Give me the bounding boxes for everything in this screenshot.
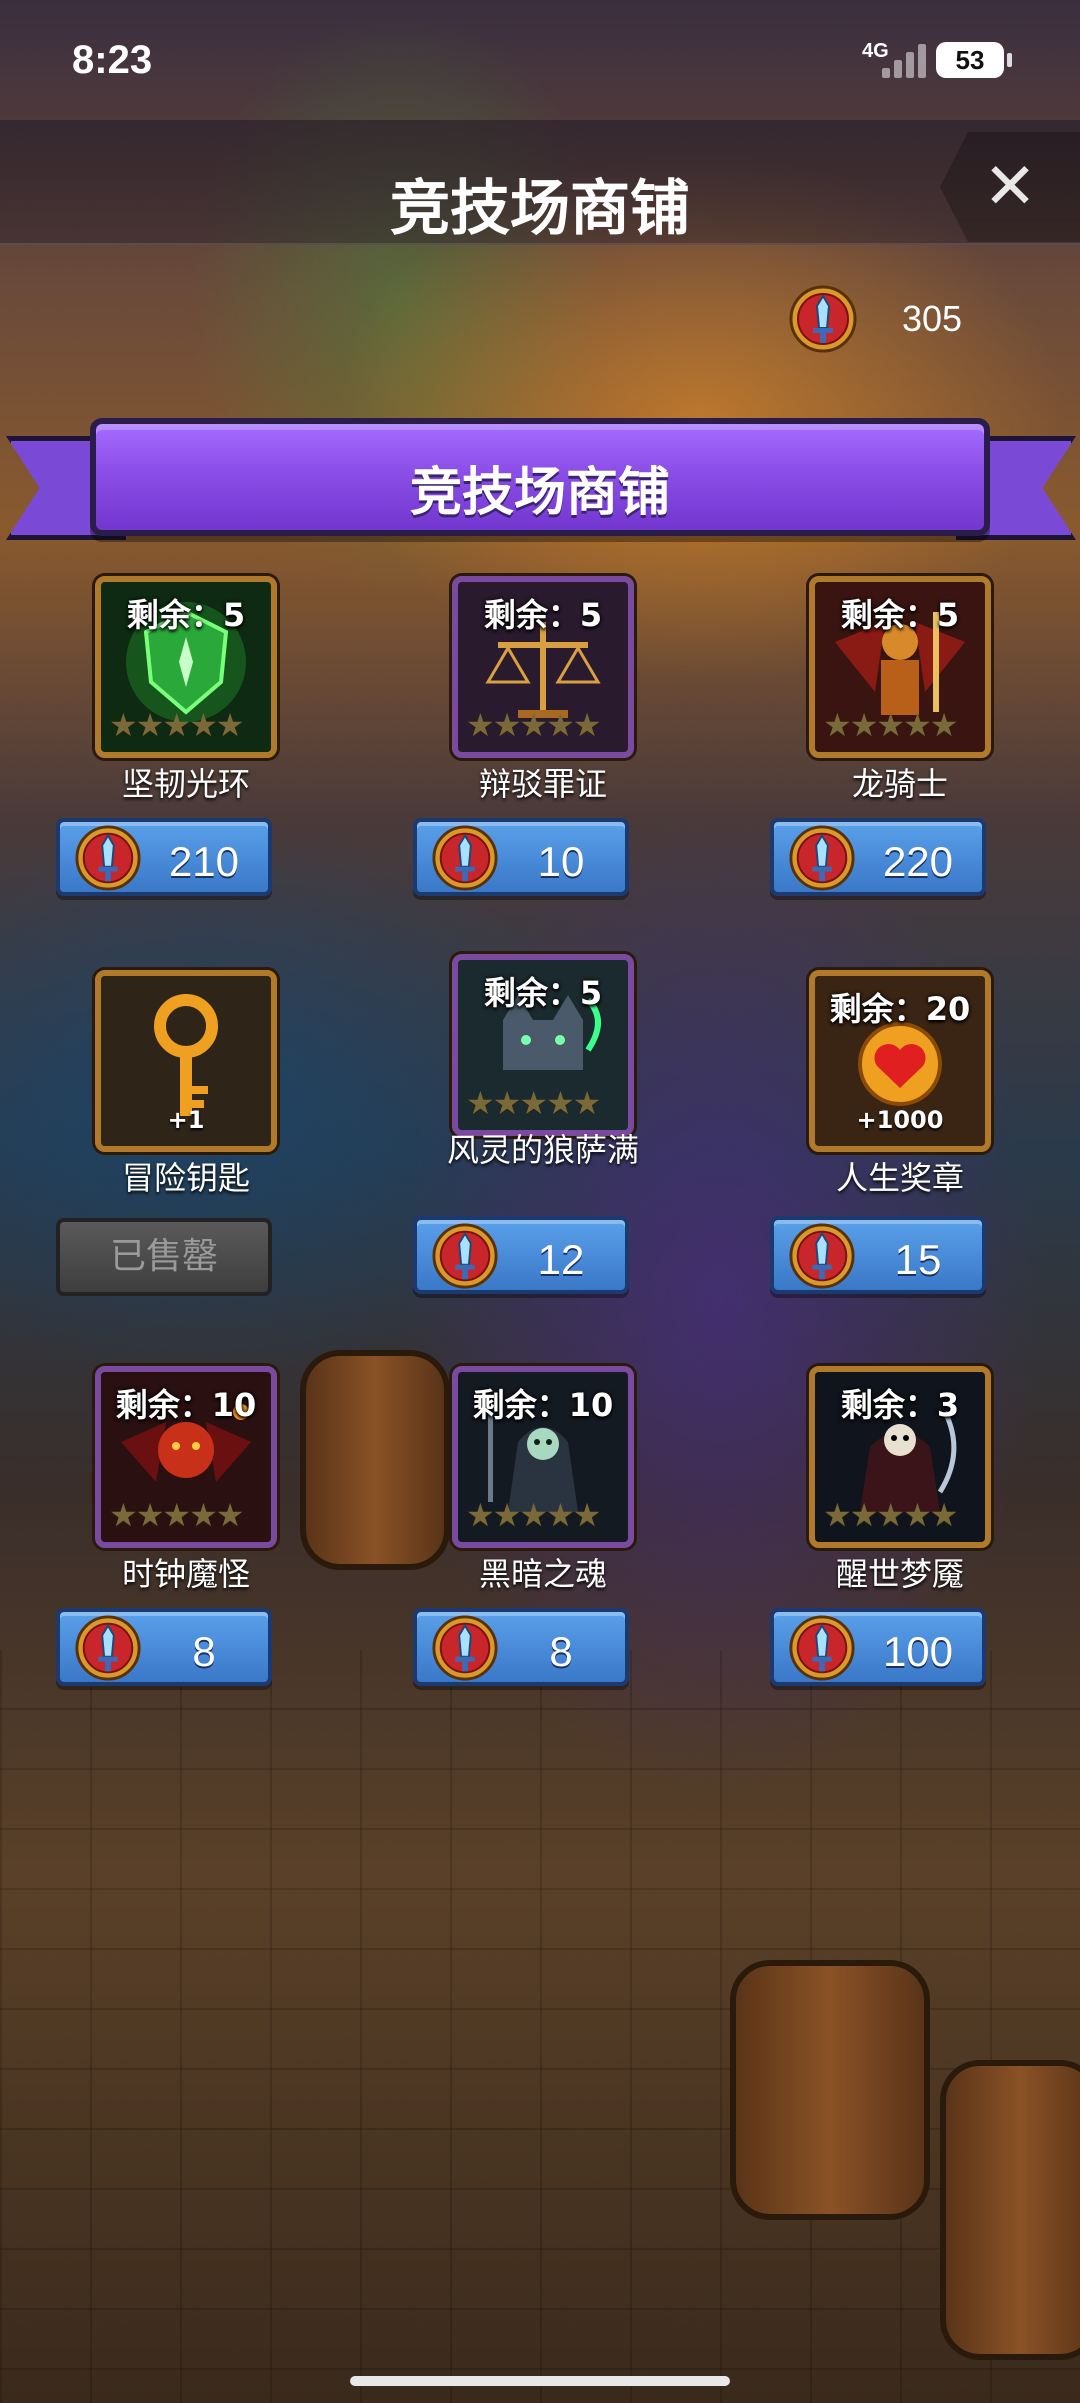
star-rating: ★★★★★ bbox=[109, 1496, 244, 1534]
sword-coin-icon bbox=[75, 825, 141, 891]
star-rating: ★★★★★ bbox=[109, 706, 244, 744]
item-remaining: 剩余：5 bbox=[483, 596, 603, 634]
status-bar: 8:23 4G 53 bbox=[0, 0, 1080, 120]
item-name: 辩驳罪证 bbox=[478, 765, 607, 803]
barrel-decoration bbox=[940, 2060, 1080, 2360]
item-name: 时钟魔怪 bbox=[121, 1555, 250, 1593]
sword-coin-icon bbox=[789, 825, 855, 891]
balance-value: 305 bbox=[902, 298, 963, 339]
home-indicator[interactable] bbox=[350, 2376, 730, 2386]
price-button[interactable]: 100 bbox=[770, 1608, 986, 1686]
item-icon-frame[interactable]: 剩余：10 ★★★★★ bbox=[452, 1366, 634, 1548]
item-name: 醒世梦魇 bbox=[835, 1555, 964, 1593]
price-value: 8 bbox=[549, 1628, 573, 1675]
page-title: 竞技场商铺 bbox=[390, 174, 690, 244]
currency-balance: 305 bbox=[788, 280, 1078, 358]
signal-icon bbox=[878, 38, 926, 78]
price-value: 100 bbox=[882, 1628, 954, 1675]
barrel-decoration bbox=[300, 1350, 450, 1570]
price-button[interactable]: 8 bbox=[413, 1608, 629, 1686]
header-bar: 竞技场商铺 bbox=[0, 120, 1080, 245]
barrel-decoration bbox=[730, 1960, 930, 2220]
item-remaining: 剩余：10 bbox=[115, 1386, 257, 1424]
item-name: 黑暗之魂 bbox=[478, 1555, 607, 1593]
price-button[interactable]: 10 bbox=[413, 818, 629, 896]
item-remaining: 剩余：5 bbox=[483, 974, 603, 1012]
star-rating: ★★★★★ bbox=[466, 706, 601, 744]
star-rating: ★★★★★ bbox=[466, 1496, 601, 1534]
item-icon-frame[interactable]: 剩余：5 ★★★★★ bbox=[452, 954, 634, 1136]
banner-title: 竞技场商铺 bbox=[409, 463, 670, 523]
price-value: 15 bbox=[894, 1236, 942, 1283]
sword-coin-icon bbox=[789, 1223, 855, 1289]
sword-coin-icon bbox=[432, 1615, 498, 1681]
item-icon-frame[interactable]: +1 bbox=[95, 970, 277, 1152]
item-icon-frame[interactable]: 剩余：5 ★★★★★ bbox=[809, 576, 991, 758]
price-value: 220 bbox=[882, 838, 954, 885]
price-button[interactable]: 220 bbox=[770, 818, 986, 896]
clock: 8:23 bbox=[72, 38, 153, 82]
sword-coin-icon bbox=[75, 1615, 141, 1681]
close-button[interactable]: ✕ bbox=[940, 132, 1080, 242]
item-name: 坚韧光环 bbox=[121, 765, 250, 803]
battery-icon: 53 bbox=[936, 42, 1012, 78]
price-button[interactable]: 15 bbox=[770, 1216, 986, 1294]
item-name: 风灵的狼萨满 bbox=[446, 1131, 639, 1169]
item-remaining: 剩余：20 bbox=[829, 990, 971, 1028]
item-remaining: 剩余：5 bbox=[840, 596, 960, 634]
shop-banner: 竞技场商铺 bbox=[90, 418, 990, 536]
item-icon-frame[interactable]: 剩余：3 ★★★★★ bbox=[809, 1366, 991, 1548]
item-name: 冒险钥匙 bbox=[121, 1159, 250, 1197]
item-remaining: 剩余：3 bbox=[840, 1386, 960, 1424]
item-icon-frame[interactable]: 剩余：5 ★★★★★ bbox=[95, 576, 277, 758]
sold-out-button: 已售罄 bbox=[56, 1218, 272, 1296]
price-button[interactable]: 12 bbox=[413, 1216, 629, 1294]
star-rating: ★★★★★ bbox=[823, 706, 958, 744]
item-name: 龙骑士 bbox=[851, 765, 948, 803]
price-value: 8 bbox=[192, 1628, 216, 1675]
item-remaining: 剩余：10 bbox=[472, 1386, 614, 1424]
sword-coin-icon bbox=[432, 1223, 498, 1289]
price-value: 10 bbox=[537, 838, 585, 885]
item-remaining: 剩余：5 bbox=[126, 596, 246, 634]
item-quantity: +1000 bbox=[856, 1106, 944, 1134]
price-button[interactable]: 210 bbox=[56, 818, 272, 896]
sword-coin-icon bbox=[789, 285, 857, 353]
sword-coin-icon bbox=[432, 825, 498, 891]
star-rating: ★★★★★ bbox=[823, 1496, 958, 1534]
item-name: 人生奖章 bbox=[835, 1159, 964, 1197]
item-quantity: +1 bbox=[167, 1106, 205, 1134]
price-button[interactable]: 8 bbox=[56, 1608, 272, 1686]
item-icon-frame[interactable]: 剩余：20 +1000 bbox=[809, 970, 991, 1152]
item-icon-frame[interactable]: 剩余：5 ★★★★★ bbox=[452, 576, 634, 758]
sword-coin-icon bbox=[789, 1615, 855, 1681]
price-value: 12 bbox=[537, 1236, 585, 1283]
star-rating: ★★★★★ bbox=[466, 1084, 601, 1122]
item-icon-frame[interactable]: 剩余：10 ★★★★★ bbox=[95, 1366, 277, 1548]
price-value: 210 bbox=[168, 838, 240, 885]
